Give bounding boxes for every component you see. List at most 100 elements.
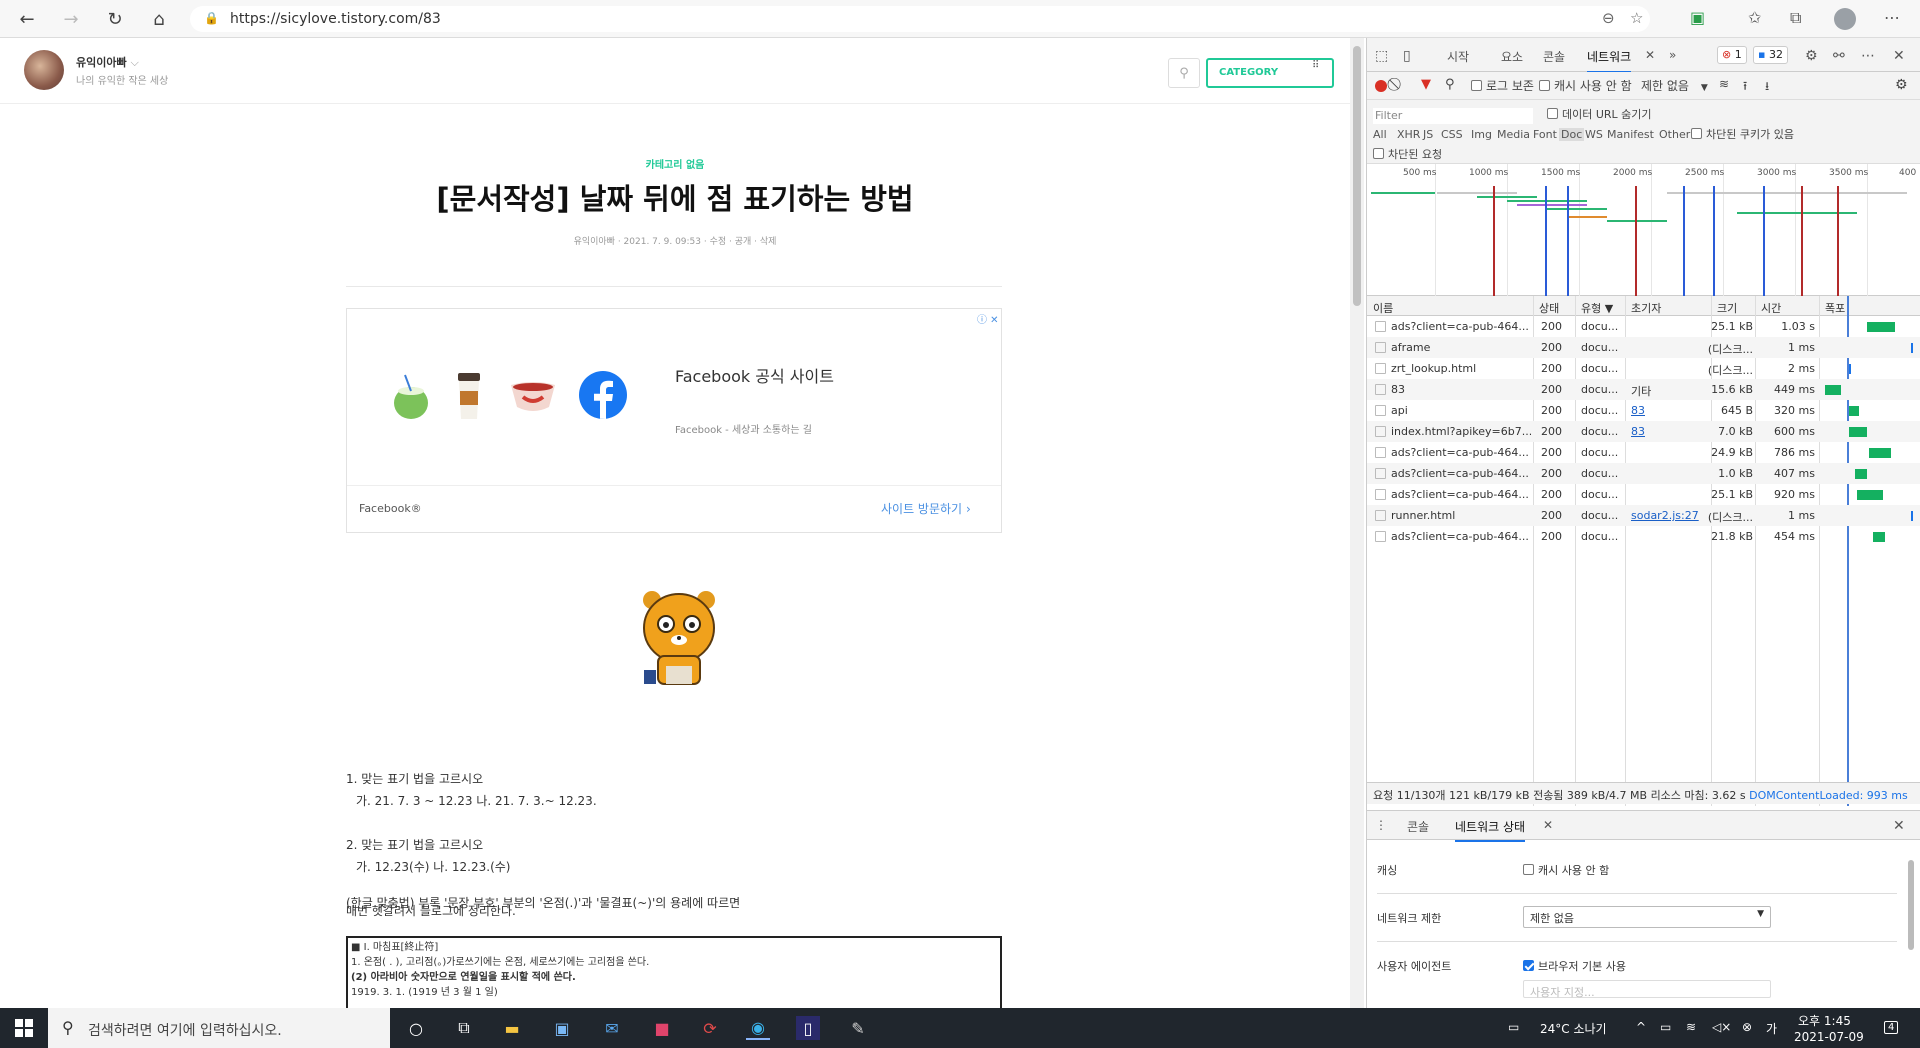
message-badge[interactable]: ▪ 32 (1753, 46, 1788, 64)
device-toggle-icon[interactable]: ▯ (1403, 48, 1411, 64)
url-text[interactable]: https://sicylove.tistory.com/83 (230, 11, 441, 27)
star-add-icon[interactable]: ☆ (1630, 9, 1643, 27)
extension-icon[interactable]: ▣ (1690, 8, 1705, 27)
hide-data-urls-checkbox[interactable]: 데이터 URL 숨기기 (1547, 106, 1652, 122)
wifi-icon[interactable]: ≋ (1686, 1020, 1696, 1034)
edge-browser-icon[interactable]: ◉ (746, 1016, 770, 1040)
filter-manifest[interactable]: Manifest (1607, 128, 1654, 141)
task-view-icon[interactable]: ⧉ (452, 1016, 476, 1040)
show-hidden-icons[interactable]: ^ (1636, 1020, 1646, 1034)
request-name[interactable]: ads?client=ca-pub-464... (1391, 530, 1531, 543)
filter-ws[interactable]: WS (1585, 128, 1603, 141)
taskbar-search[interactable]: ⚲ 검색하려면 여기에 입력하십시오. (48, 1008, 390, 1048)
filter-input[interactable]: Filter (1373, 108, 1533, 124)
request-name[interactable]: zrt_lookup.html (1391, 362, 1531, 375)
col-status[interactable]: 상태 (1539, 300, 1559, 316)
inspect-icon[interactable]: ⬚ (1375, 48, 1388, 64)
blocked-requests-label[interactable]: 차단된 요청 (1388, 148, 1442, 161)
taskbar-search-input[interactable]: 검색하려면 여기에 입력하십시오. (88, 1020, 282, 1040)
drawer-menu-icon[interactable]: ⋮ (1375, 818, 1387, 832)
col-size[interactable]: 크기 (1717, 300, 1737, 316)
sync-app-icon[interactable]: ⟳ (698, 1016, 722, 1040)
mail-icon[interactable]: ✉ (600, 1016, 624, 1040)
profile-icon[interactable] (1834, 8, 1856, 30)
filter-all[interactable]: All (1373, 128, 1387, 141)
throttle-select[interactable]: 제한 없음 ▼ (1641, 77, 1708, 94)
timeline-overview[interactable]: 500 ms 1000 ms 1500 ms 2000 ms 2500 ms 3… (1367, 164, 1920, 296)
scrollbar-thumb[interactable] (1908, 860, 1914, 950)
zoom-out-icon[interactable]: ⊖ (1602, 9, 1615, 27)
preserve-log-label[interactable]: 로그 보존 (1486, 79, 1534, 93)
remote-devices-icon[interactable]: ⚯ (1833, 48, 1845, 64)
more-icon[interactable]: ⋯ (1861, 48, 1875, 64)
blocked-requests-checkbox[interactable]: 차단된 요청 (1373, 146, 1442, 162)
weather-icon[interactable]: ▭ (1508, 1020, 1519, 1034)
page-scrollbar[interactable] (1350, 38, 1364, 1008)
tab-network[interactable]: 네트워크 (1587, 48, 1632, 73)
table-row[interactable]: ads?client=ca-pub-464... 200 docu... 25.… (1367, 316, 1920, 337)
table-row[interactable]: ads?client=ca-pub-464... 200 docu... 21.… (1367, 526, 1920, 547)
disable-cache-label[interactable]: 캐시 사용 안 함 (1538, 864, 1609, 877)
store-icon[interactable]: ▣ (550, 1016, 574, 1040)
network-icon[interactable]: ▭ (1660, 1020, 1671, 1034)
checkbox-box[interactable] (1471, 80, 1482, 91)
more-icon[interactable]: ⋯ (1884, 8, 1900, 27)
avatar[interactable] (24, 50, 64, 90)
settings-icon[interactable]: ⚙ (1805, 48, 1818, 64)
request-name[interactable]: ads?client=ca-pub-464... (1391, 467, 1531, 480)
home-icon[interactable]: ⌂ (146, 6, 172, 32)
filter-css[interactable]: CSS (1441, 128, 1463, 141)
record-icon[interactable] (1375, 80, 1387, 92)
request-name[interactable]: aframe (1391, 341, 1531, 354)
network-settings-icon[interactable]: ⚙ (1895, 77, 1908, 93)
table-row[interactable]: api 200 docu... 83 645 B 320 ms (1367, 400, 1920, 421)
col-type[interactable]: 유형 ▼ (1581, 300, 1613, 316)
checkbox-box[interactable] (1373, 148, 1384, 159)
drawer-tab-network-conditions[interactable]: 네트워크 상태 (1455, 818, 1526, 842)
menu-icon[interactable]: ⠿ (1312, 60, 1319, 71)
search-icon[interactable]: ⚲ (1445, 77, 1455, 92)
clock-time[interactable]: 오후 1:45 (1798, 1012, 1851, 1029)
clock-date[interactable]: 2021-07-09 (1794, 1030, 1864, 1044)
filter-other[interactable]: Other (1659, 128, 1690, 141)
table-row[interactable]: aframe 200 docu... (디스크... 1 ms (1367, 337, 1920, 358)
notification-badge[interactable]: 4 (1884, 1021, 1899, 1034)
tab-elements[interactable]: 요소 (1501, 48, 1523, 65)
preserve-log-checkbox[interactable]: 로그 보존 (1471, 77, 1534, 94)
lock-icon[interactable]: 🔒 (204, 11, 219, 25)
throttle-select[interactable]: 제한 없음 ▼ (1523, 906, 1771, 928)
drawer-scrollbar[interactable] (1907, 848, 1915, 998)
tab-start[interactable]: 시작 (1447, 48, 1469, 65)
refresh-icon[interactable]: ↻ (102, 6, 128, 32)
error-badge[interactable]: ⊗ 1 (1717, 46, 1747, 64)
filter-icon[interactable]: ▼ (1421, 77, 1431, 92)
filter-img[interactable]: Img (1471, 128, 1492, 141)
request-name[interactable]: ads?client=ca-pub-464... (1391, 446, 1531, 459)
cortana-icon[interactable]: ○ (404, 1016, 428, 1040)
checkbox-box[interactable] (1547, 108, 1558, 119)
file-explorer-icon[interactable]: ▬ (500, 1016, 524, 1040)
tab-console[interactable]: 콘솔 (1543, 48, 1565, 65)
weather-text[interactable]: 24°C 소나기 (1540, 1020, 1607, 1037)
table-row[interactable]: 83 200 docu... 기타 15.6 kB 449 ms (1367, 379, 1920, 400)
table-row[interactable]: runner.html 200 docu... sodar2.js:27 (디스… (1367, 505, 1920, 526)
request-name[interactable]: runner.html (1391, 509, 1531, 522)
request-initiator[interactable]: sodar2.js:27 (1631, 509, 1699, 522)
request-name[interactable]: ads?client=ca-pub-464... (1391, 320, 1531, 333)
close-tab-icon[interactable]: ✕ (1645, 48, 1655, 62)
table-row[interactable]: ads?client=ca-pub-464... 200 docu... 24.… (1367, 442, 1920, 463)
checkbox-box[interactable] (1691, 128, 1702, 139)
ad-visit-label[interactable]: 사이트 방문하기 (881, 502, 962, 516)
col-time[interactable]: 시간 (1761, 300, 1781, 316)
wifi-icon[interactable]: ≋ (1719, 77, 1729, 91)
table-row[interactable]: ads?client=ca-pub-464... 200 docu... 1.0… (1367, 463, 1920, 484)
ad-choices-icon[interactable]: ⓘ ✕ (977, 311, 999, 326)
close-tab-icon[interactable]: ✕ (1543, 818, 1553, 832)
request-name[interactable]: 83 (1391, 383, 1531, 396)
throttle-value[interactable]: 제한 없음 (1530, 912, 1574, 925)
request-initiator[interactable]: 83 (1631, 404, 1645, 417)
back-icon[interactable]: ← (14, 6, 40, 32)
request-name[interactable]: ads?client=ca-pub-464... (1391, 488, 1531, 501)
disable-cache-label[interactable]: 캐시 사용 안 함 (1554, 79, 1632, 93)
app-icon[interactable]: ■ (650, 1016, 674, 1040)
